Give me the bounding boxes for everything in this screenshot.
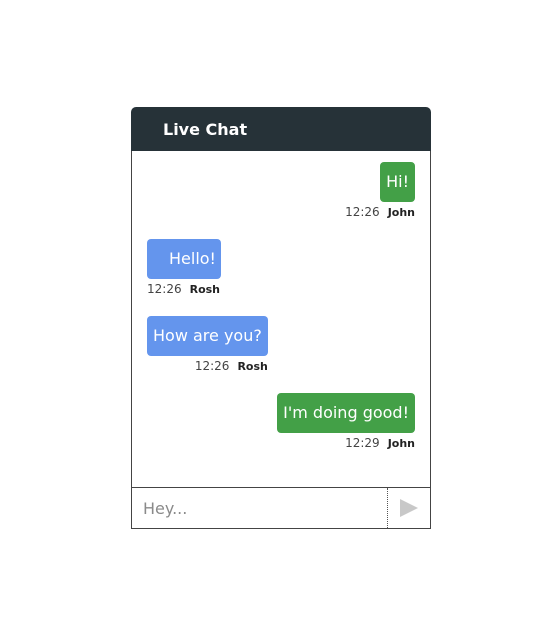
send-icon xyxy=(400,499,418,517)
message-bubble: I'm doing good! xyxy=(277,393,415,433)
message-item: Hello! 12:26 Rosh xyxy=(147,239,221,296)
message-time: 12:29 xyxy=(345,436,380,450)
message-author: John xyxy=(387,206,415,219)
message-item: Hi! 12:26 John xyxy=(345,162,415,219)
message-item: How are you? 12:26 Rosh xyxy=(147,316,268,373)
message-time: 12:26 xyxy=(345,205,380,219)
message-input[interactable] xyxy=(132,488,387,528)
message-time: 12:26 xyxy=(147,282,182,296)
message-meta: 12:26 Rosh xyxy=(147,282,221,296)
message-bubble: How are you? xyxy=(147,316,268,356)
message-author: Rosh xyxy=(189,283,220,296)
message-list: Hi! 12:26 John Hello! 12:26 Rosh How are you? 1… xyxy=(131,151,431,487)
message-meta: 12:26 Rosh xyxy=(147,359,268,373)
message-author: John xyxy=(387,437,415,450)
chat-title: Live Chat xyxy=(163,119,248,139)
message-bubble: Hi! xyxy=(380,162,415,202)
chat-header: Live Chat xyxy=(131,107,431,151)
send-button[interactable] xyxy=(387,488,430,528)
message-meta: 12:29 John xyxy=(277,436,415,450)
message-author: Rosh xyxy=(237,360,268,373)
message-bubble: Hello! xyxy=(147,239,221,279)
message-meta: 12:26 John xyxy=(345,205,415,219)
message-composer xyxy=(131,487,431,529)
message-item: I'm doing good! 12:29 John xyxy=(277,393,415,450)
message-time: 12:26 xyxy=(194,359,230,373)
chat-widget: Live Chat Hi! 12:26 John Hello! 12:26 Rosh How… xyxy=(131,107,431,529)
